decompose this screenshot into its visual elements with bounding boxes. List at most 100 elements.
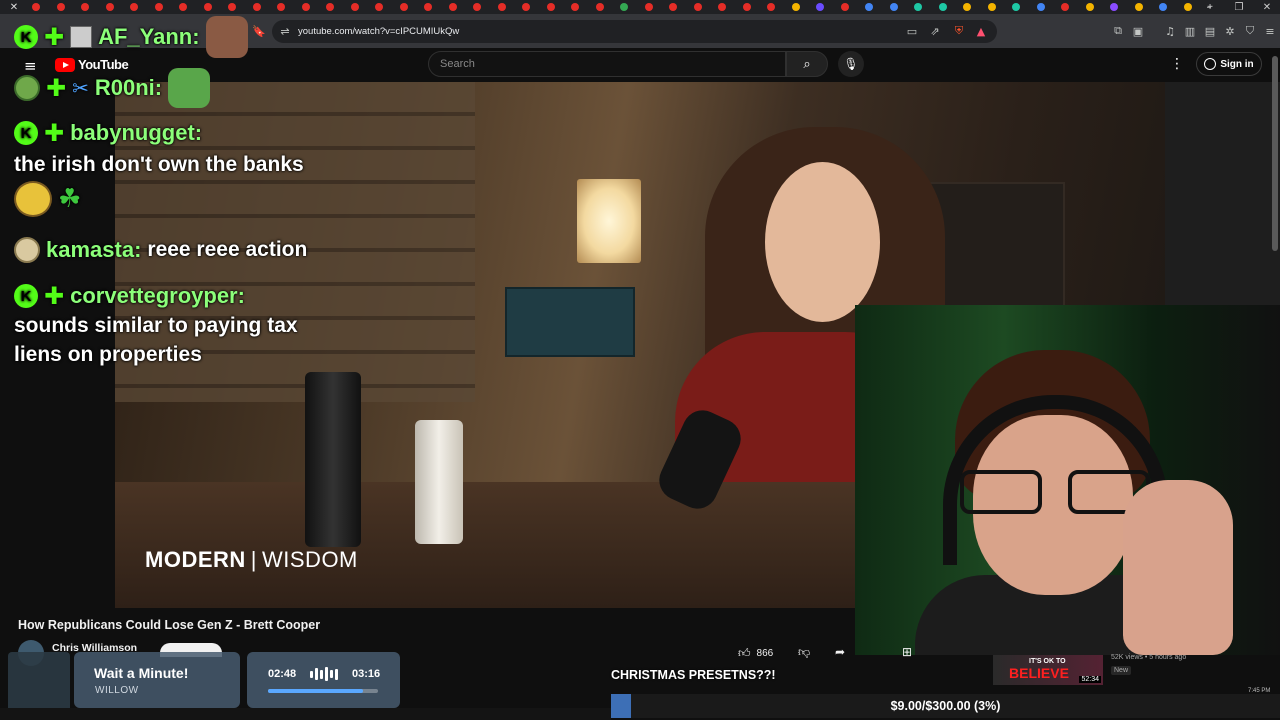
video-can [415, 420, 463, 544]
chat-message-text: sounds similar to paying tax [14, 314, 298, 337]
sidebar-icon[interactable]: ▥ [1183, 24, 1197, 38]
bookmark-icon[interactable]: 🔖 [252, 24, 266, 38]
menu-icon[interactable]: ≡ [1263, 24, 1277, 38]
stream-screen: ✕ + – ❐ ✕ 🔖 ⇌ youtube.com/watch?v=cIPCUM… [0, 0, 1280, 720]
recommended-thumbnail[interactable]: IT'S OK TO BELIEVE 52:34 [993, 655, 1103, 685]
music-track-artist: WILLOW [95, 685, 139, 696]
browser-tab[interactable] [612, 0, 637, 14]
browser-tab[interactable] [1127, 0, 1152, 14]
window-close-icon[interactable]: ✕ [1252, 0, 1280, 14]
tab-favicon-icon [497, 3, 506, 11]
save-icon[interactable]: ⊞ [902, 645, 912, 659]
cast-icon[interactable]: ▭ [905, 24, 919, 38]
browser-tab[interactable] [1078, 0, 1103, 14]
browser-tab[interactable] [980, 0, 1005, 14]
minimize-icon[interactable]: – [1194, 0, 1224, 14]
tab-favicon-icon [1183, 3, 1192, 11]
browser-tab[interactable] [441, 0, 466, 14]
thumb-duration: 52:34 [1079, 676, 1101, 683]
address-bar[interactable]: ⇌ youtube.com/watch?v=cIPCUMIUkQw [272, 20, 997, 43]
browser-tab[interactable] [392, 0, 417, 14]
tab-search-icon[interactable]: ▣ [1131, 24, 1145, 38]
thumb-new-badge: New [1111, 666, 1132, 675]
search-input[interactable]: Search [428, 51, 786, 77]
brave-shield-icon[interactable]: ⛨ [952, 24, 966, 38]
tab-favicon-icon [938, 3, 947, 11]
browser-tab[interactable] [465, 0, 490, 14]
restore-icon[interactable]: ❐ [1224, 0, 1254, 14]
browser-tab[interactable] [220, 0, 245, 14]
browser-tab[interactable] [24, 0, 49, 14]
browser-tab[interactable] [49, 0, 74, 14]
browser-tab[interactable] [98, 0, 123, 14]
tab-favicon-icon [889, 3, 898, 11]
browser-tab[interactable] [294, 0, 319, 14]
site-info-icon[interactable]: ⇌ [278, 24, 292, 38]
voice-search-button[interactable]: 🎙 [838, 51, 864, 77]
browser-tab[interactable] [1102, 0, 1127, 14]
browser-tab[interactable] [906, 0, 931, 14]
tab-favicon-icon [840, 3, 849, 11]
browser-tab[interactable] [931, 0, 956, 14]
browser-tab[interactable] [857, 0, 882, 14]
browser-tab[interactable] [122, 0, 147, 14]
browser-tab[interactable] [808, 0, 833, 14]
browser-tab[interactable] [490, 0, 515, 14]
browser-tab[interactable] [318, 0, 343, 14]
rewards-icon[interactable]: ▲ [974, 24, 988, 38]
browser-tab[interactable] [196, 0, 221, 14]
browser-tab[interactable] [245, 0, 270, 14]
browser-tab[interactable] [588, 0, 613, 14]
browser-tab[interactable] [1151, 0, 1176, 14]
browser-tab[interactable] [367, 0, 392, 14]
tab-favicon-icon [963, 3, 972, 11]
chat-username: R00ni: [94, 75, 163, 100]
search-icon: ⌕ [803, 56, 811, 71]
browser-tab[interactable] [514, 0, 539, 14]
close-tab-icon[interactable]: ✕ [4, 0, 24, 14]
pepe-badge-icon [14, 75, 40, 101]
webcam-glasses [960, 470, 1150, 516]
search-placeholder: Search [440, 58, 475, 70]
browser-tab[interactable] [269, 0, 294, 14]
browser-tab[interactable] [735, 0, 760, 14]
music-progress-bar [268, 689, 378, 693]
browser-tab[interactable] [637, 0, 662, 14]
browser-tab[interactable] [686, 0, 711, 14]
search-button[interactable]: ⌕ [786, 51, 828, 77]
sign-in-label: Sign in [1220, 58, 1254, 70]
browser-tab[interactable] [710, 0, 735, 14]
media-icon[interactable]: ♫ [1163, 24, 1177, 38]
browser-tab[interactable] [1029, 0, 1054, 14]
more-options-icon[interactable]: ⋮ [1170, 56, 1184, 72]
browser-tab[interactable] [343, 0, 368, 14]
vpn-icon[interactable]: ⛉ [1243, 24, 1257, 38]
browser-tab[interactable] [73, 0, 98, 14]
share-page-icon[interactable]: ⇗ [928, 24, 942, 38]
browser-tab[interactable] [661, 0, 686, 14]
browser-tab[interactable] [882, 0, 907, 14]
wallet-icon[interactable]: ▤ [1203, 24, 1217, 38]
browser-tab[interactable] [563, 0, 588, 14]
puzzle-icon[interactable]: ✲ [1223, 24, 1237, 38]
browser-tab[interactable] [147, 0, 172, 14]
browser-tab[interactable] [171, 0, 196, 14]
browser-tab[interactable] [1004, 0, 1029, 14]
browser-tab[interactable] [1053, 0, 1078, 14]
browser-tab[interactable] [539, 0, 564, 14]
like-button[interactable]: 👍︎ 866 [738, 646, 773, 661]
browser-tab[interactable] [833, 0, 858, 14]
browser-tab[interactable] [759, 0, 784, 14]
browser-tab[interactable] [784, 0, 809, 14]
extensions-icon[interactable]: ⧉ [1111, 24, 1125, 38]
page-scrollbar[interactable] [1272, 56, 1278, 251]
tab-favicon-icon [32, 3, 41, 11]
thumbs-down-icon[interactable]: 👎︎ [798, 645, 810, 660]
tab-favicon-icon [791, 3, 800, 11]
browser-tab[interactable] [416, 0, 441, 14]
share-icon[interactable]: ➦ [835, 645, 845, 659]
browser-tab[interactable] [955, 0, 980, 14]
sign-in-button[interactable]: Sign in [1196, 52, 1262, 76]
smug-emote-icon [14, 181, 52, 217]
tab-favicon-icon [914, 3, 923, 11]
